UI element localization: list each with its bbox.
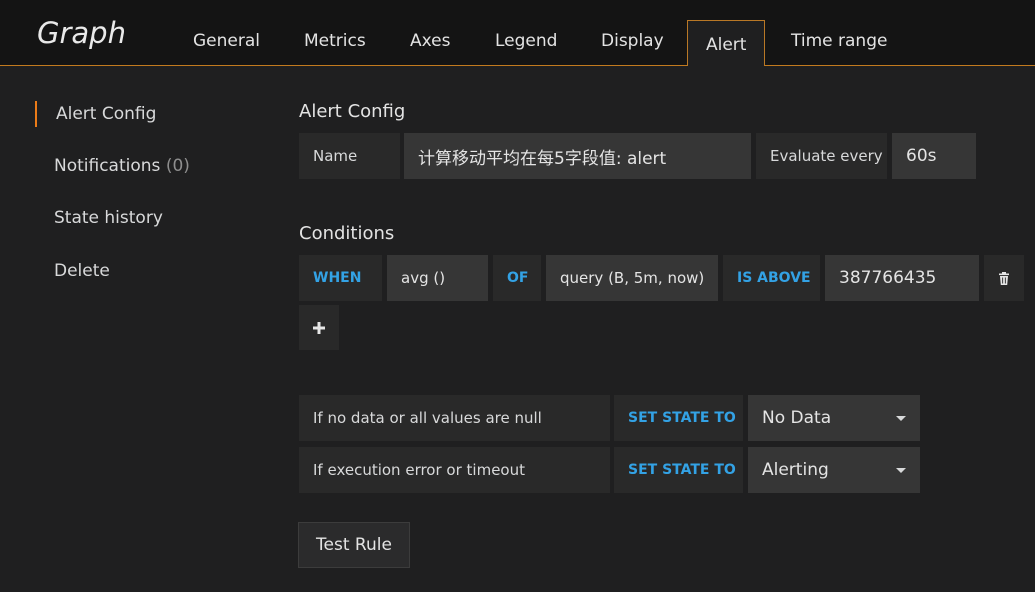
reducer-selector[interactable]: avg () bbox=[387, 255, 488, 301]
notifications-count: (0) bbox=[165, 156, 190, 176]
sidebar-item-label: Alert Config bbox=[56, 104, 157, 124]
panel-title: Graph bbox=[37, 16, 126, 50]
sidebar-item-alert-config[interactable]: Alert Config bbox=[56, 104, 156, 124]
evaluate-every-label: Evaluate every bbox=[756, 133, 887, 179]
plus-icon bbox=[313, 321, 325, 334]
tab-axes[interactable]: Axes bbox=[410, 31, 450, 51]
set-state-keyword: SET STATE TO bbox=[614, 447, 743, 493]
set-state-keyword: SET STATE TO bbox=[614, 395, 743, 441]
sidebar-item-state-history[interactable]: State history bbox=[54, 208, 163, 228]
execution-error-state-select[interactable]: Alerting bbox=[748, 447, 920, 493]
no-data-state-select[interactable]: No Data bbox=[748, 395, 920, 441]
caret-down-icon bbox=[896, 415, 906, 421]
tab-time-range[interactable]: Time range bbox=[791, 31, 887, 51]
tab-legend[interactable]: Legend bbox=[495, 31, 557, 51]
trash-icon bbox=[999, 271, 1009, 285]
of-keyword: OF bbox=[493, 255, 541, 301]
when-keyword: WHEN bbox=[299, 255, 382, 301]
select-value: No Data bbox=[762, 408, 832, 428]
conditions-title: Conditions bbox=[299, 223, 395, 244]
sidebar-item-label: Notifications bbox=[54, 156, 161, 176]
tab-display[interactable]: Display bbox=[601, 31, 664, 51]
threshold-input[interactable]: 387766435 bbox=[825, 255, 979, 301]
alert-name-input[interactable]: 计算移动平均在每5字段值: alert bbox=[404, 133, 751, 179]
name-label: Name bbox=[299, 133, 400, 179]
sidebar-item-delete[interactable]: Delete bbox=[54, 261, 110, 281]
sidebar-item-label: State history bbox=[54, 208, 163, 228]
evaluate-every-input[interactable]: 60s bbox=[892, 133, 976, 179]
sidebar-item-label: Delete bbox=[54, 261, 110, 281]
caret-down-icon bbox=[896, 467, 906, 473]
delete-condition-button[interactable] bbox=[984, 255, 1024, 301]
add-condition-button[interactable] bbox=[299, 305, 339, 350]
alert-config-title: Alert Config bbox=[299, 101, 406, 122]
test-rule-button[interactable]: Test Rule bbox=[298, 522, 410, 568]
sidebar-item-notifications[interactable]: Notifications (0) bbox=[54, 156, 190, 176]
no-data-label: If no data or all values are null bbox=[299, 395, 610, 441]
select-value: Alerting bbox=[762, 460, 829, 480]
evaluator-selector[interactable]: IS ABOVE bbox=[723, 255, 820, 301]
tab-alert[interactable]: Alert bbox=[687, 20, 766, 66]
tab-general[interactable]: General bbox=[193, 31, 260, 51]
query-selector[interactable]: query (B, 5m, now) bbox=[546, 255, 718, 301]
execution-error-label: If execution error or timeout bbox=[299, 447, 610, 493]
sidebar-active-indicator bbox=[35, 101, 37, 127]
panel-editor-header: Graph General Metrics Axes Legend Displa… bbox=[0, 0, 1035, 66]
tab-metrics[interactable]: Metrics bbox=[304, 31, 366, 51]
